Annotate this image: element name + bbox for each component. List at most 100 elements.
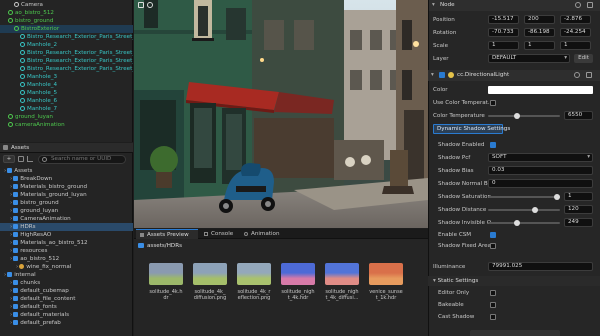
position-y-field[interactable]: 200: [524, 15, 555, 24]
cast-shadow-checkbox[interactable]: [490, 314, 496, 320]
asset-thumbnail[interactable]: [281, 263, 315, 285]
tab-console[interactable]: Console: [200, 229, 238, 239]
color-temp-slider[interactable]: [488, 115, 560, 117]
asset-item[interactable]: › default_materials: [0, 311, 133, 319]
rotation-z-field[interactable]: -24.254: [560, 28, 591, 37]
sort-icon[interactable]: [18, 156, 24, 162]
help-icon[interactable]: [574, 72, 580, 78]
chevron-down-icon[interactable]: ▾: [432, 1, 435, 10]
shadow-invisible-slider[interactable]: [488, 222, 560, 224]
shadow-invisible-field[interactable]: 249: [564, 218, 593, 227]
shadow-pcf-select[interactable]: SOFT ▾: [488, 153, 593, 162]
chevron-right-icon[interactable]: ›: [16, 264, 18, 270]
scale-z-field[interactable]: 1: [560, 41, 591, 50]
breadcrumb[interactable]: assets/HDRs: [147, 242, 182, 250]
layer-select[interactable]: DEFAULT ▾: [488, 54, 570, 63]
asset-thumbnail[interactable]: [149, 263, 183, 285]
hierarchy-node[interactable]: Bistro_Research_Exterior_Paris_Street_..…: [0, 49, 133, 57]
illuminance-field[interactable]: 79991.025: [488, 262, 593, 271]
asset-item[interactable]: › Materials_ao_bistro_512: [0, 239, 133, 247]
asset-item[interactable]: › Assets: [0, 167, 133, 175]
shadow-saturation-field[interactable]: 1: [564, 192, 593, 201]
add-asset-button[interactable]: +: [3, 155, 15, 163]
editor-only-checkbox[interactable]: [490, 290, 496, 296]
chevron-right-icon[interactable]: ›: [10, 192, 12, 198]
chevron-right-icon[interactable]: ›: [10, 288, 12, 294]
color-temp-knob[interactable]: [514, 113, 520, 119]
chevron-right-icon[interactable]: ›: [10, 248, 12, 254]
hierarchy-node[interactable]: ground_luyan: [0, 113, 133, 121]
scale-y-field[interactable]: 1: [524, 41, 555, 50]
shadow-normal-bias-field[interactable]: 0: [488, 179, 593, 188]
chevron-right-icon[interactable]: ›: [10, 296, 12, 302]
settings-icon[interactable]: [587, 2, 593, 8]
shadow-enabled-checkbox[interactable]: [490, 142, 496, 148]
hierarchy-node[interactable]: BistroExterior: [0, 25, 133, 33]
chevron-right-icon[interactable]: ›: [10, 176, 12, 182]
chevron-right-icon[interactable]: ›: [10, 216, 12, 222]
hierarchy-node[interactable]: cameraAnimation: [0, 121, 133, 129]
asset-item[interactable]: › default_prefab: [0, 319, 133, 327]
asset-item[interactable]: › HDRs: [0, 223, 133, 231]
bakeable-checkbox[interactable]: [490, 302, 496, 308]
chevron-right-icon[interactable]: ›: [10, 224, 12, 230]
chevron-right-icon[interactable]: ›: [10, 184, 12, 190]
hierarchy-node[interactable]: Manhole_2: [0, 41, 133, 49]
tab-animation[interactable]: Animation: [240, 229, 286, 239]
hierarchy-node[interactable]: Bistro_Research_Exterior_Paris_Street_..…: [0, 65, 133, 73]
asset-item[interactable]: › Materials_bistro_ground: [0, 183, 133, 191]
help-icon[interactable]: [575, 2, 581, 8]
shadow-distance-slider[interactable]: [488, 209, 560, 211]
scene-viewport[interactable]: [134, 0, 428, 228]
hierarchy-node[interactable]: Manhole_3: [0, 73, 133, 81]
gizmo-rotate-icon[interactable]: [147, 2, 153, 8]
hierarchy-node[interactable]: Manhole_4: [0, 81, 133, 89]
asset-thumbnail[interactable]: [325, 263, 359, 285]
hierarchy-node[interactable]: Bistro_Research_Exterior_Paris_Street_..…: [0, 57, 133, 65]
chevron-down-icon[interactable]: ▾: [431, 71, 434, 80]
chevron-right-icon[interactable]: ›: [10, 232, 12, 238]
asset-item[interactable]: › resources: [0, 247, 133, 255]
settings-icon[interactable]: [586, 72, 592, 78]
position-x-field[interactable]: -15.517: [488, 15, 519, 24]
asset-item[interactable]: › chunks: [0, 279, 133, 287]
asset-item[interactable]: › default_cubemap: [0, 287, 133, 295]
position-z-field[interactable]: -2.876: [560, 15, 591, 24]
chevron-right-icon[interactable]: ›: [10, 240, 12, 246]
use-color-temp-checkbox[interactable]: [490, 100, 496, 106]
layer-edit-button[interactable]: Edit: [574, 54, 593, 63]
color-temp-field[interactable]: 6550: [564, 111, 593, 120]
rotation-x-field[interactable]: -70.733: [488, 28, 519, 37]
scale-x-field[interactable]: 1: [488, 41, 519, 50]
shadow-fixed-area-checkbox[interactable]: [490, 243, 496, 249]
hierarchy-node[interactable]: Bistro_Research_Exterior_Paris_Street_..…: [0, 33, 133, 41]
shadow-distance-field[interactable]: 120: [564, 205, 593, 214]
shadow-distance-knob[interactable]: [532, 207, 538, 213]
tab-dynamic-shadow[interactable]: Dynamic Shadow Settings: [433, 124, 510, 134]
asset-search-input[interactable]: Search name or UUID: [38, 155, 126, 164]
chevron-right-icon[interactable]: ›: [10, 304, 12, 310]
hierarchy-node[interactable]: Camera: [0, 1, 133, 9]
asset-item[interactable]: › HighResAO: [0, 231, 133, 239]
filter-icon[interactable]: [27, 156, 33, 162]
asset-item[interactable]: › BreakDown: [0, 175, 133, 183]
chevron-right-icon[interactable]: ›: [10, 320, 12, 326]
tab-assets-preview[interactable]: Assets Preview: [136, 229, 198, 239]
asset-item[interactable]: › CameraAnimation: [0, 215, 133, 223]
asset-item[interactable]: › ao_bistro_512: [0, 255, 133, 263]
chevron-right-icon[interactable]: ›: [10, 200, 12, 206]
hierarchy-node[interactable]: bistro_ground: [0, 17, 133, 25]
asset-item[interactable]: › internal: [0, 271, 133, 279]
enable-csm-checkbox[interactable]: [490, 232, 496, 238]
static-settings-header[interactable]: ▾ Static Settings: [428, 276, 600, 286]
shadow-saturation-slider[interactable]: [488, 196, 560, 198]
asset-item[interactable]: › default_file_content: [0, 295, 133, 303]
shadow-invisible-knob[interactable]: [514, 220, 520, 226]
asset-thumbnail[interactable]: [193, 263, 227, 285]
hierarchy-node[interactable]: Manhole_5: [0, 89, 133, 97]
asset-thumbnail[interactable]: [237, 263, 271, 285]
asset-item[interactable]: › ground_luyan: [0, 207, 133, 215]
asset-item[interactable]: › bistro_ground: [0, 199, 133, 207]
component-enabled-checkbox[interactable]: [439, 72, 445, 78]
gizmo-move-icon[interactable]: [138, 2, 144, 8]
